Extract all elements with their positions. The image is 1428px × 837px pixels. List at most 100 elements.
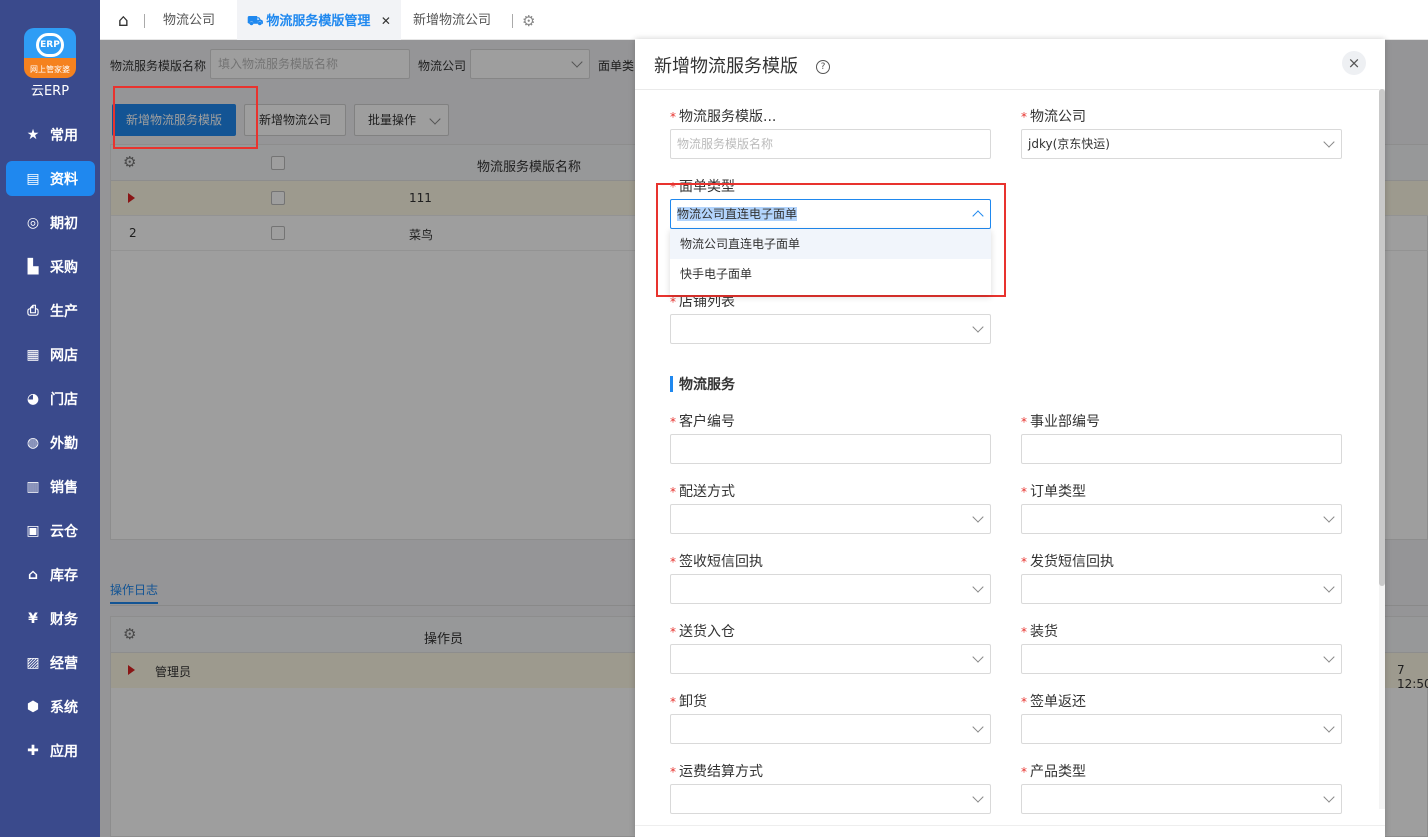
field-label-customer-no: * 客户编号 — [670, 414, 735, 430]
field-icon: ◍ — [26, 434, 40, 451]
sidebar-item-purchase[interactable]: ▙ 采购 — [6, 249, 95, 284]
sidebar-item-label: 库存 — [50, 567, 78, 584]
receipt-sms-select[interactable] — [670, 574, 991, 604]
sidebar-item-common[interactable]: ★ 常用 — [6, 117, 95, 152]
product-type-select[interactable] — [1021, 784, 1342, 814]
inventory-icon: ⌂ — [27, 566, 39, 583]
cloud-warehouse-icon: ▣ — [26, 522, 40, 539]
erp-logo: ERP 网上管家婆 — [24, 28, 76, 78]
company-value: jdky(京东快运) — [1028, 137, 1110, 151]
chevron-down-icon — [1323, 721, 1335, 733]
waybill-dropdown: 物流公司直连电子面单 快手电子面单 — [670, 229, 991, 295]
field-label-receipt-sms: * 签收短信回执 — [670, 554, 763, 570]
sidebar-item-label: 网店 — [50, 347, 78, 364]
tab-bar: ⌂ 物流公司 ⛟ 物流服务模版管理 ✕ 新增物流公司 ⚙ — [100, 0, 1428, 40]
sidebar-item-operation[interactable]: ▨ 经营 — [6, 645, 95, 680]
sidebar-item-finance[interactable]: ¥ 财务 — [6, 601, 95, 636]
dialog-divider — [635, 89, 1385, 90]
star-icon: ★ — [26, 126, 40, 143]
sidebar-item-field[interactable]: ◍ 外勤 — [6, 425, 95, 460]
field-label-order-type: * 订单类型 — [1021, 484, 1086, 500]
warehouse-delivery-select[interactable] — [670, 644, 991, 674]
sidebar-item-initial[interactable]: ◎ 期初 — [6, 205, 95, 240]
close-button[interactable]: × — [1342, 51, 1366, 75]
company-select[interactable]: jdky(京东快运) — [1021, 129, 1342, 159]
sidebar-item-inventory[interactable]: ⌂ 库存 — [6, 557, 95, 592]
logo-mark: ERP — [36, 33, 64, 57]
chevron-down-icon — [972, 511, 984, 523]
dialog-footer — [635, 825, 1385, 837]
operation-icon: ▨ — [26, 654, 40, 671]
gear-icon[interactable]: ⚙ — [522, 0, 535, 40]
sidebar-item-label: 外勤 — [50, 435, 78, 452]
tab-logistics-template-manage[interactable]: ⛟ 物流服务模版管理 ✕ — [237, 0, 401, 40]
chevron-down-icon — [972, 791, 984, 803]
production-icon: ⎙ — [27, 302, 39, 319]
loading-select[interactable] — [1021, 644, 1342, 674]
field-label-template-name: * 物流服务模版... — [670, 109, 777, 125]
sidebar-item-data[interactable]: ▤ 资料 — [6, 161, 95, 196]
sidebar-item-label: 采购 — [50, 259, 78, 276]
freight-settlement-select[interactable] — [670, 784, 991, 814]
shop-icon: ◕ — [26, 390, 40, 407]
sidebar-item-sales[interactable]: ▥ 销售 — [6, 469, 95, 504]
tab-logistics-company[interactable]: 物流公司 — [163, 0, 215, 40]
sidebar-item-label: 财务 — [50, 611, 78, 628]
truck-icon: ⛟ — [247, 14, 264, 29]
unloading-select[interactable] — [670, 714, 991, 744]
sidebar-item-store[interactable]: ▦ 网店 — [6, 337, 95, 372]
tab-divider — [512, 14, 513, 28]
apps-icon: ✚ — [27, 742, 39, 759]
division-no-input[interactable] — [1021, 434, 1342, 464]
field-label-product-type: * 产品类型 — [1021, 764, 1086, 780]
tab-divider — [144, 14, 145, 28]
sidebar-item-label: 门店 — [50, 391, 78, 408]
delivery-method-select[interactable] — [670, 504, 991, 534]
sidebar-item-system[interactable]: ⬢ 系统 — [6, 689, 95, 724]
field-label-delivery-method: * 配送方式 — [670, 484, 735, 500]
sidebar-item-label: 销售 — [50, 479, 78, 496]
waybill-value: 物流公司直连电子面单 — [677, 207, 798, 221]
field-label-freight-settlement: * 运费结算方式 — [670, 764, 763, 780]
chevron-down-icon — [1323, 651, 1335, 663]
sidebar-item-production[interactable]: ⎙ 生产 — [6, 293, 95, 328]
sidebar-item-label: 经营 — [50, 655, 78, 672]
customer-no-input[interactable] — [670, 434, 991, 464]
receipt-return-select[interactable] — [1021, 714, 1342, 744]
sidebar-item-shop[interactable]: ◕ 门店 — [6, 381, 95, 416]
field-label-unloading: * 卸货 — [670, 694, 707, 710]
field-label-receipt-return: * 签单返还 — [1021, 694, 1086, 710]
dropdown-option[interactable]: 快手电子面单 — [670, 259, 991, 289]
sidebar-item-cloud-warehouse[interactable]: ▣ 云仓 — [6, 513, 95, 548]
template-name-input[interactable]: 物流服务模版名称 — [670, 129, 991, 159]
sidebar-item-label: 云仓 — [50, 523, 78, 540]
shops-select[interactable] — [670, 314, 991, 344]
field-label-loading: * 装货 — [1021, 624, 1058, 640]
logo-tag: 网上管家婆 — [30, 65, 70, 74]
sales-icon: ▥ — [26, 478, 40, 495]
order-type-select[interactable] — [1021, 504, 1342, 534]
tab-add-logistics-company[interactable]: 新增物流公司 — [413, 0, 491, 40]
finance-icon: ¥ — [28, 610, 38, 627]
close-icon[interactable]: ✕ — [381, 14, 391, 28]
dialog-title: 新增物流服务模版 — [654, 56, 798, 77]
chevron-down-icon — [1323, 581, 1335, 593]
ship-sms-select[interactable] — [1021, 574, 1342, 604]
help-icon[interactable]: ? — [816, 60, 830, 74]
chevron-up-icon — [972, 210, 984, 222]
section-marker — [670, 376, 673, 392]
waybill-type-select[interactable]: 物流公司直连电子面单 — [670, 199, 991, 229]
field-label-company: * 物流公司 — [1021, 109, 1086, 125]
sidebar-item-apps[interactable]: ✚ 应用 — [6, 733, 95, 768]
chevron-down-icon — [972, 651, 984, 663]
dropdown-option[interactable]: 物流公司直连电子面单 — [670, 229, 991, 259]
field-label-division-no: * 事业部编号 — [1021, 414, 1100, 430]
sidebar-item-label: 资料 — [50, 171, 78, 188]
initial-icon: ◎ — [26, 214, 40, 231]
field-label-ship-sms: * 发货短信回执 — [1021, 554, 1114, 570]
sidebar-item-label: 系统 — [50, 699, 78, 716]
dialog-scrollbar[interactable] — [1379, 89, 1385, 586]
sidebar-item-label: 应用 — [50, 743, 78, 760]
chevron-down-icon — [1323, 791, 1335, 803]
home-icon[interactable]: ⌂ — [118, 0, 129, 40]
